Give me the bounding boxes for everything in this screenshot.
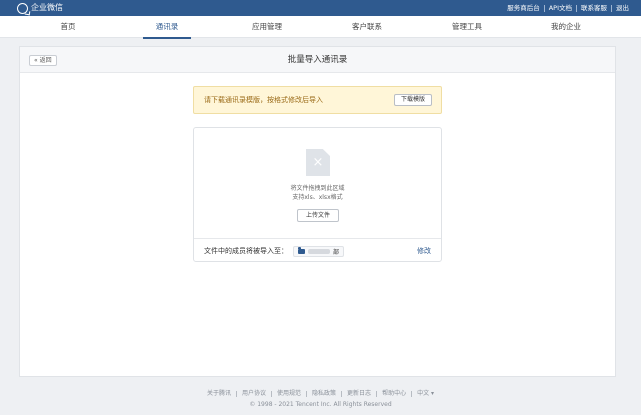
divider	[543, 4, 545, 12]
tab-home[interactable]: 首页	[38, 16, 98, 38]
divider	[376, 390, 378, 397]
tab-customer-contact[interactable]: 客户联系	[337, 16, 397, 38]
top-links: 服务商后台 API文档 联系客服 退出	[507, 3, 629, 13]
import-panel: 批量导入通讯录 « 返回 请下载通讯录模版，按格式修改后导入 下载模版 将文件拖…	[19, 46, 616, 377]
tab-my-enterprise[interactable]: 我的企业	[536, 16, 596, 38]
upload-file-button[interactable]: 上传文件	[297, 209, 339, 222]
footer-link-about[interactable]: 关于腾讯	[207, 389, 231, 398]
department-name-redacted	[308, 248, 330, 254]
logo-text: 企业微信	[31, 3, 63, 12]
format-hint: 支持xls、xlsx格式	[292, 194, 343, 201]
file-x-icon	[306, 149, 330, 176]
back-button[interactable]: « 返回	[29, 55, 57, 66]
logo[interactable]: 企业微信	[17, 2, 63, 14]
double-chevron-left-icon: «	[34, 57, 38, 64]
footer-link-terms[interactable]: 用户协议	[242, 389, 266, 398]
folder-icon	[298, 247, 305, 254]
footer-links: 关于腾讯 用户协议 使用规范 隐私政策 更新日志 帮助中心 中文 ▾	[0, 389, 641, 398]
page-title: 批量导入通讯录	[287, 55, 348, 65]
import-destination-row: 文件中的成员将被导入至： 部 修改	[204, 241, 431, 261]
divider	[341, 390, 343, 397]
tab-management-tools[interactable]: 管理工具	[437, 16, 497, 38]
provider-admin-link[interactable]: 服务商后台	[507, 3, 540, 13]
footer-link-usage-rules[interactable]: 使用规范	[277, 389, 301, 398]
tab-app-management[interactable]: 应用管理	[237, 16, 297, 38]
main-nav: 首页 通讯录 应用管理 客户联系 管理工具 我的企业	[0, 16, 641, 39]
upload-dropzone[interactable]: 将文件拖拽到此区域 支持xls、xlsx格式 上传文件 文件中的成员将被导入至：…	[193, 127, 442, 262]
divider	[306, 390, 308, 397]
divider	[576, 4, 577, 12]
footer-link-privacy[interactable]: 隐私政策	[312, 389, 336, 398]
tab-contacts[interactable]: 通讯录	[137, 16, 197, 39]
divider	[271, 390, 273, 397]
template-notice: 请下载通讯录模版，按格式修改后导入 下载模版	[193, 86, 442, 114]
divider	[194, 238, 441, 239]
download-template-button[interactable]: 下载模版	[393, 94, 432, 106]
footer-link-changelog[interactable]: 更新日志	[347, 389, 371, 398]
modify-destination-link[interactable]: 修改	[417, 246, 431, 256]
copyright: © 1998 - 2021 Tencent Inc. All Rights Re…	[249, 401, 392, 408]
panel-header: 批量导入通讯录 « 返回	[20, 47, 615, 73]
divider	[236, 390, 237, 397]
logout-link[interactable]: 退出	[616, 3, 629, 13]
wecom-logo-icon	[17, 2, 28, 14]
department-suffix: 部	[333, 248, 340, 256]
divider	[611, 4, 612, 12]
drop-hint: 将文件拖拽到此区域	[290, 185, 345, 192]
notice-text: 请下载通讯录模版，按格式修改后导入	[204, 96, 323, 104]
contact-support-link[interactable]: 联系客服	[581, 3, 607, 13]
api-docs-link[interactable]: API文档	[549, 3, 572, 13]
destination-label: 文件中的成员将被导入至：	[204, 247, 288, 255]
footer-link-help[interactable]: 帮助中心	[382, 389, 406, 398]
language-selector[interactable]: 中文 ▾	[417, 389, 434, 398]
department-chip: 部	[293, 245, 345, 257]
divider	[411, 390, 413, 397]
back-label: 返回	[39, 57, 52, 64]
top-bar: 企业微信 服务商后台 API文档 联系客服 退出	[0, 0, 641, 16]
